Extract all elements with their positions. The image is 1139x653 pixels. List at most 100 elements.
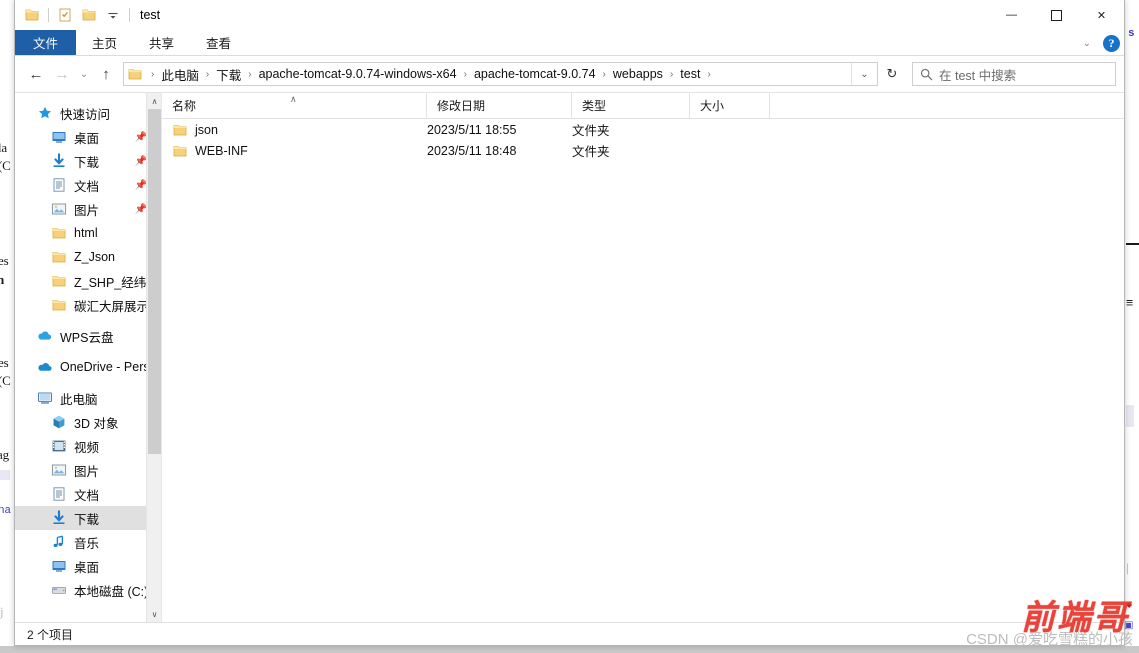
file-list-pane: 名称 ∧ 修改日期 类型 大小 json 2023/5/11 18:55 文件夹… [162, 93, 1124, 622]
qat-folder-icon[interactable] [20, 3, 44, 27]
forward-button[interactable]: → [49, 61, 75, 87]
bg-fragment: la [0, 140, 7, 155]
sidebar-item-z-shp[interactable]: Z_SHP_经纬度 [15, 269, 161, 293]
back-button[interactable]: ← [23, 61, 49, 87]
sidebar-item-pictures[interactable]: 图片 📌 [15, 197, 161, 221]
sidebar-item-label: WPS云盘 [60, 330, 114, 345]
address-dropdown-chevron-down-icon[interactable]: ⌄ [851, 63, 877, 85]
sidebar-item-desktop-pc[interactable]: 桌面 [15, 554, 161, 578]
breadcrumb-separator: › [669, 68, 674, 80]
sidebar-item-z-json[interactable]: Z_Json [15, 245, 161, 269]
close-button[interactable]: ✕ [1079, 0, 1124, 30]
sidebar-item-music[interactable]: 音乐 [15, 530, 161, 554]
sidebar-item-label: 文档 [74, 488, 100, 503]
bg-taskbar-strip [0, 646, 1139, 653]
qat-customize-dropdown-icon[interactable] [101, 3, 125, 27]
column-header-type[interactable]: 类型 [572, 93, 690, 118]
sort-ascending-icon: ∧ [290, 94, 297, 104]
table-row[interactable]: json 2023/5/11 18:55 文件夹 [162, 119, 1124, 140]
desktop-icon [51, 129, 67, 145]
search-input-placeholder[interactable]: 在 test 中搜索 [939, 65, 1016, 84]
sidebar-item-this-pc[interactable]: 此电脑 [15, 386, 161, 410]
file-type-cell: 文件夹 [572, 145, 610, 159]
sidebar-item-label: 图片 [74, 203, 100, 218]
folder-icon [51, 297, 67, 313]
scroll-down-arrow-icon[interactable]: ∨ [147, 606, 161, 622]
address-bar[interactable]: › 此电脑 › 下载 › apache-tomcat-9.0.74-window… [123, 62, 878, 86]
sidebar-item-videos[interactable]: 视频 [15, 434, 161, 458]
qat-new-folder-icon[interactable] [77, 3, 101, 27]
sidebar-item-label: html [74, 226, 98, 240]
music-icon [51, 534, 67, 550]
file-name-cell[interactable]: json [162, 122, 427, 138]
up-button[interactable]: ↑ [93, 61, 119, 87]
onedrive-icon [37, 359, 53, 375]
sidebar-item-wps-cloud[interactable]: WPS云盘 [15, 324, 161, 348]
breadcrumb-item-downloads[interactable]: 下载 [215, 65, 242, 84]
qat-separator-2 [129, 8, 130, 22]
sidebar-item-label: 桌面 [74, 131, 100, 146]
breadcrumb-item-test[interactable]: test [679, 67, 701, 81]
minimize-button[interactable]: — [989, 0, 1034, 30]
refresh-button[interactable]: ↻ [878, 63, 906, 85]
quick-access-toolbar [15, 3, 134, 27]
sidebar-item-carbon-screen[interactable]: 碳汇大屏展示_V [15, 293, 161, 317]
sidebar-item-label: 下载 [74, 155, 100, 170]
breadcrumb-item-this-pc[interactable]: 此电脑 [160, 65, 200, 84]
breadcrumb-item-tomcat-windows[interactable]: apache-tomcat-9.0.74-windows-x64 [258, 67, 458, 81]
tab-file[interactable]: 文件 [15, 30, 77, 55]
expand-ribbon-chevron-down-icon[interactable]: ⌄ [1079, 38, 1095, 49]
bg-fragment: | [1126, 560, 1129, 575]
recent-locations-chevron-down-icon[interactable]: ⌄ [75, 61, 93, 87]
desktop-icon [51, 558, 67, 574]
column-header-name[interactable]: 名称 ∧ [162, 93, 427, 118]
file-name-label: json [195, 122, 218, 137]
sidebar-item-documents[interactable]: 文档 📌 [15, 173, 161, 197]
breadcrumb-separator: › [707, 68, 711, 80]
column-header-row: 名称 ∧ 修改日期 类型 大小 [162, 93, 1124, 119]
tab-share[interactable]: 共享 [133, 30, 190, 55]
sidebar-item-documents-pc[interactable]: 文档 [15, 482, 161, 506]
sidebar-item-downloads[interactable]: 下载 📌 [15, 149, 161, 173]
maximize-button[interactable] [1034, 0, 1079, 30]
folder-icon [51, 225, 67, 241]
bg-fragment: (C [0, 373, 11, 388]
sidebar-item-pictures-pc[interactable]: 图片 [15, 458, 161, 482]
sidebar-item-html[interactable]: html [15, 221, 161, 245]
bg-fragment: na [0, 505, 11, 517]
navigation-pane: 快速访问 桌面 📌 下载 📌 文档 📌 图片 📌 html Z_Json Z_S… [15, 93, 162, 622]
sidebar-item-3d-objects[interactable]: 3D 对象 [15, 410, 161, 434]
file-type-cell: 文件夹 [572, 124, 610, 138]
sidebar-item-local-disk-c[interactable]: 本地磁盘 (C:) [15, 578, 161, 602]
breadcrumb-item-webapps[interactable]: webapps [612, 67, 664, 81]
file-name-cell[interactable]: WEB-INF [162, 143, 427, 159]
search-box[interactable]: 在 test 中搜索 [912, 62, 1116, 86]
sidebar-item-quick-access[interactable]: 快速访问 [15, 101, 161, 125]
sidebar-item-desktop[interactable]: 桌面 📌 [15, 125, 161, 149]
qat-properties-icon[interactable] [53, 3, 77, 27]
bg-fragment: ≡ [1126, 295, 1134, 310]
window-title: test [140, 8, 161, 22]
tab-view[interactable]: 查看 [190, 30, 247, 55]
table-row[interactable]: WEB-INF 2023/5/11 18:48 文件夹 [162, 140, 1124, 161]
breadcrumb-item-tomcat[interactable]: apache-tomcat-9.0.74 [473, 67, 597, 81]
help-icon[interactable]: ? [1103, 34, 1120, 52]
sidebar-item-label: 下载 [74, 512, 100, 527]
sidebar-item-onedrive[interactable]: OneDrive - Pers [15, 355, 161, 379]
sidebar-item-label: 3D 对象 [74, 416, 119, 431]
bg-rule [1126, 243, 1139, 245]
bg-fragment: s [1128, 28, 1135, 40]
scrollbar-thumb[interactable] [148, 109, 161, 454]
tab-home[interactable]: 主页 [76, 30, 133, 55]
breadcrumb-separator: › [248, 68, 252, 80]
scroll-up-arrow-icon[interactable]: ∧ [147, 93, 161, 109]
navigation-scrollbar[interactable]: ∧ ∨ [146, 93, 161, 622]
watermark-red-text: 前端哥 [1021, 600, 1129, 637]
column-header-size[interactable]: 大小 [690, 93, 770, 118]
sidebar-item-downloads-pc[interactable]: 下载 [15, 506, 161, 530]
column-header-date[interactable]: 修改日期 [427, 93, 572, 118]
videos-icon [51, 438, 67, 454]
documents-icon [51, 486, 67, 502]
